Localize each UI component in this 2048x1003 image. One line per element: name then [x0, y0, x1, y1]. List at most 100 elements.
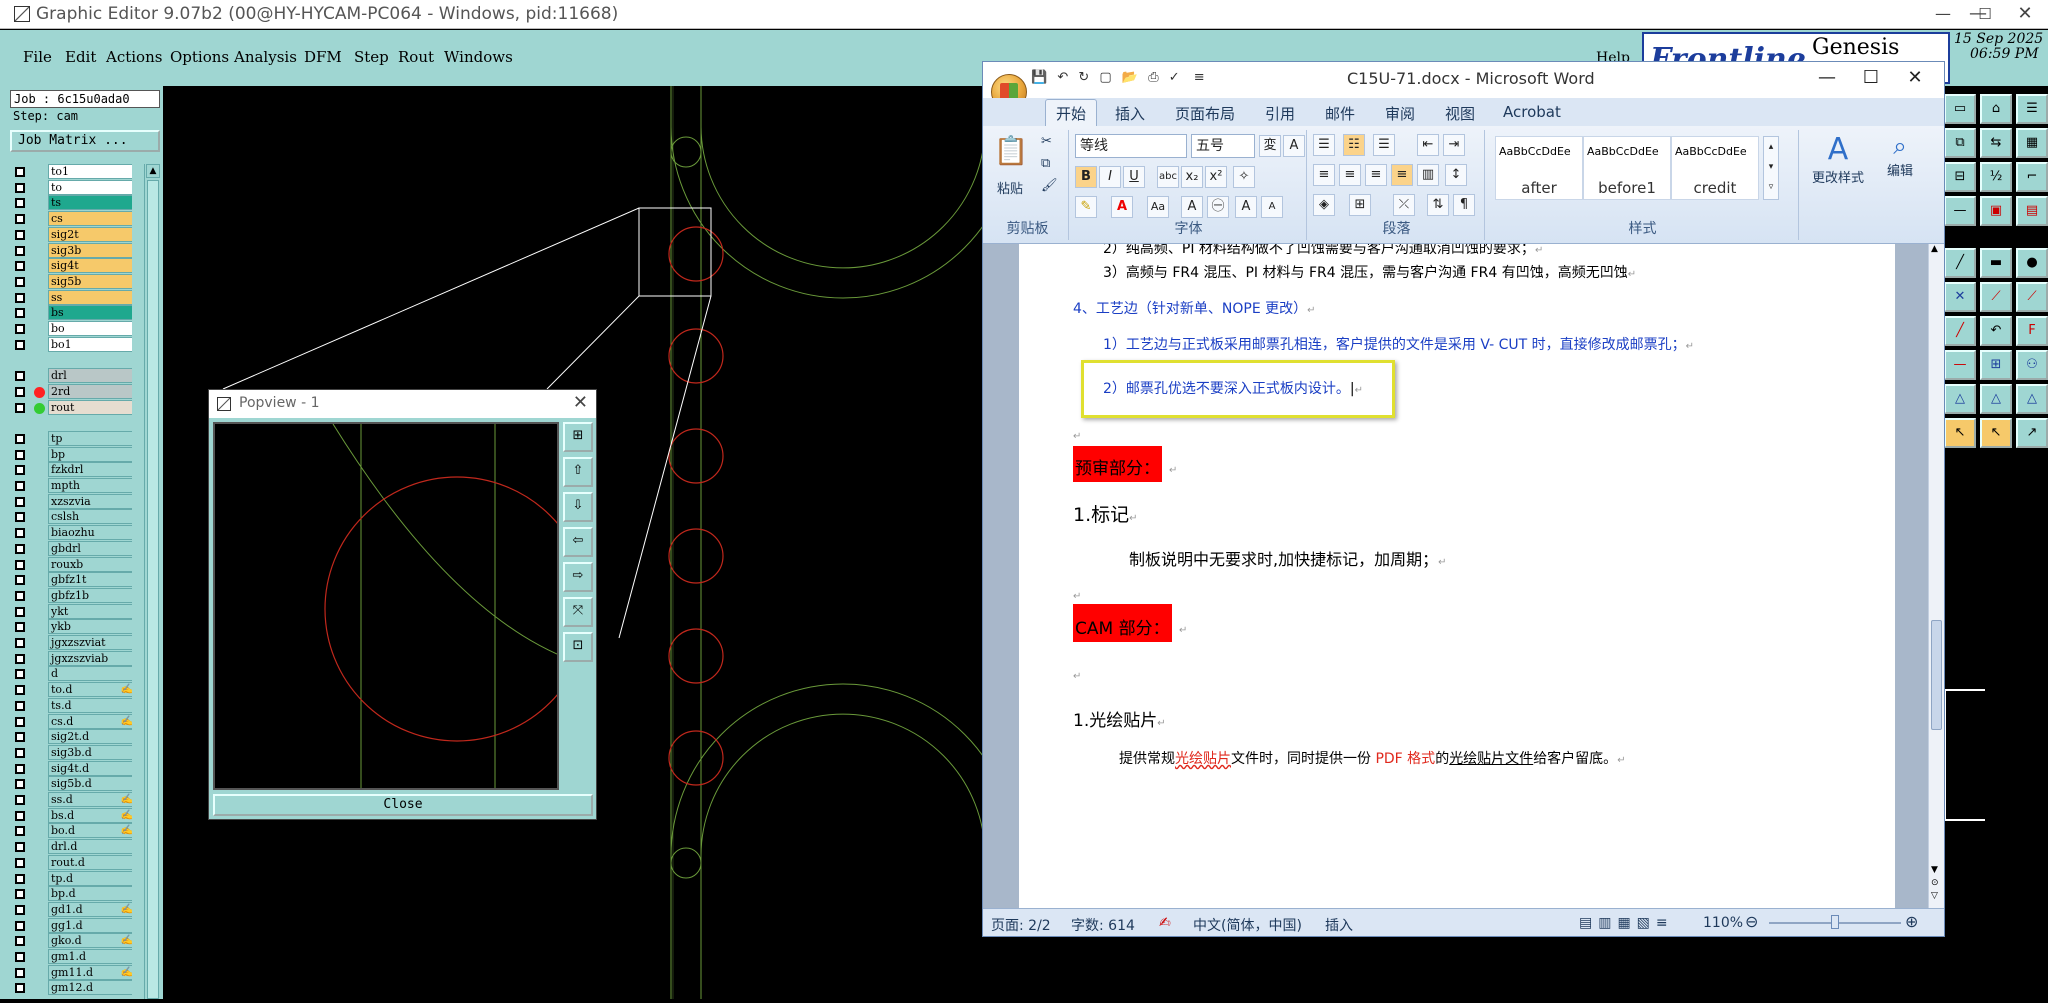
chinese-layout-icon[interactable]: ⤫ [1393, 194, 1415, 216]
tool-pad-icon[interactable]: ● [2016, 248, 2048, 278]
layer-checkbox[interactable] [15, 983, 25, 994]
layer-name[interactable]: sig2t.d [48, 729, 132, 745]
layer-checkbox[interactable] [15, 763, 25, 774]
layer-row[interactable]: 2rd [10, 383, 132, 400]
layer-checkbox[interactable] [15, 716, 25, 727]
layer-checkbox[interactable] [15, 810, 25, 821]
layer-name[interactable]: gm1.d [48, 949, 132, 964]
layer-row[interactable]: d [10, 666, 132, 682]
layer-checkbox[interactable] [15, 779, 25, 790]
layer-name[interactable]: gg1.d [48, 917, 132, 933]
layer-row[interactable]: bo1 [10, 336, 132, 353]
layer-row[interactable]: sig3b.d [10, 744, 132, 761]
tab-review[interactable]: 审阅 [1385, 103, 1415, 124]
layer-checkbox[interactable] [15, 261, 25, 272]
document-page[interactable]: 2）纯高频、PI 材料结构做不了凹蚀需要与客户沟通取消凹蚀的要求；↵ 3）高频与… [1019, 244, 1895, 908]
layer-checkbox[interactable] [15, 292, 25, 303]
word-maximize-icon[interactable]: ☐ [1849, 66, 1893, 90]
layer-checkbox[interactable] [15, 308, 25, 319]
layer-checkbox[interactable] [15, 873, 25, 884]
layer-checkbox[interactable] [15, 433, 25, 444]
layer-row[interactable]: gm1.d [10, 949, 132, 965]
phonetic-icon[interactable]: 変 [1259, 135, 1281, 157]
numbering-icon[interactable]: ☷ [1343, 134, 1365, 156]
underline-button[interactable]: U [1123, 166, 1145, 188]
grow-font-icon[interactable]: A [1235, 196, 1257, 218]
layer-name[interactable]: jgxzszviab [48, 650, 132, 666]
show-marks-icon[interactable]: ¶ [1453, 194, 1475, 216]
layer-checkbox[interactable] [15, 622, 25, 633]
layer-name[interactable]: cs [48, 211, 132, 227]
layer-name[interactable]: bo.d ✍ [48, 823, 132, 839]
open-icon[interactable]: 📂 [1122, 70, 1138, 85]
tool-tri-icon[interactable]: △ [1944, 384, 1976, 414]
layer-name[interactable]: sig3b [48, 242, 132, 258]
layer-name[interactable]: rout.d [48, 854, 132, 870]
layer-checkbox[interactable] [15, 339, 25, 350]
char-border-icon[interactable]: A [1283, 135, 1305, 157]
layer-row[interactable]: cslsh [10, 509, 132, 525]
layer-name[interactable]: sig5b.d [48, 776, 132, 792]
ge-restore-icon[interactable]: ☐ [1970, 3, 2000, 25]
tab-home[interactable]: 开始 [1045, 99, 1098, 126]
layer-row[interactable]: gbdrl [10, 540, 132, 557]
tool-connect-icon[interactable]: ⟋ [1980, 282, 2012, 312]
tool-pads-icon[interactable]: ▣ [1980, 196, 2012, 226]
zoom-in-icon[interactable]: ⊞ [563, 422, 593, 452]
layer-name[interactable]: fzkdrl [48, 462, 132, 478]
menu-actions[interactable]: Actions [106, 48, 162, 66]
layer-checkbox[interactable] [15, 402, 25, 413]
zoom-level[interactable]: 110% [1703, 915, 1743, 931]
sort-icon[interactable]: ⇅ [1427, 194, 1449, 216]
subscript-button[interactable]: x₂ [1181, 166, 1203, 188]
layer-row[interactable]: sig5b.d [10, 776, 132, 792]
undo-icon[interactable]: ↶ [1057, 70, 1068, 85]
layer-checkbox[interactable] [15, 638, 25, 648]
layer-checkbox[interactable] [15, 685, 25, 696]
tab-view[interactable]: 视图 [1445, 103, 1475, 124]
layer-name[interactable]: gbfz1t [48, 572, 132, 588]
copy-icon[interactable]: ⧉ [1041, 156, 1050, 171]
tab-insert[interactable]: 插入 [1115, 103, 1145, 124]
layer-name[interactable]: bp.d [48, 886, 132, 902]
layer-row[interactable]: bp [10, 446, 132, 463]
spell-icon[interactable]: ✓ [1169, 70, 1180, 85]
layer-name[interactable]: sig4t [48, 258, 132, 274]
layer-name[interactable]: cs.d ✍ [48, 713, 132, 729]
superscript-button[interactable]: x² [1205, 166, 1227, 188]
job-matrix-button[interactable]: Job Matrix ... [10, 130, 160, 152]
layer-row[interactable]: cs [10, 211, 132, 227]
layer-name[interactable]: bp [48, 446, 132, 462]
layer-checkbox[interactable] [15, 465, 25, 476]
zoom-home-icon[interactable]: ⊡ [563, 632, 593, 662]
clear-format-icon[interactable]: ✧ [1233, 166, 1255, 188]
font-name-select[interactable]: 等线 [1075, 134, 1187, 158]
tab-page-layout[interactable]: 页面布局 [1175, 103, 1235, 124]
layer-row[interactable]: cs.d ✍ [10, 713, 132, 730]
tool-step-icon[interactable]: ⌐ [2016, 162, 2048, 192]
tool-window-icon[interactable]: ▭ [1944, 94, 1976, 124]
layer-name[interactable]: ts [48, 195, 132, 211]
layer-row[interactable]: sig5b [10, 273, 132, 290]
layer-name[interactable]: cslsh [48, 509, 132, 525]
page-count[interactable]: 页面: 2/2 [991, 915, 1051, 935]
layer-checkbox[interactable] [15, 512, 25, 523]
layer-row[interactable]: sig4t [10, 258, 132, 274]
tool-grid-icon[interactable]: ▦ [2016, 128, 2048, 158]
view-buttons-icon[interactable]: ▤▥▦▧≡ [1579, 915, 1674, 931]
tab-mailings[interactable]: 邮件 [1325, 103, 1355, 124]
tool-text-icon[interactable]: F [2016, 316, 2048, 346]
layer-row[interactable]: rout [10, 399, 132, 416]
strikethrough-button[interactable]: abc [1157, 166, 1179, 188]
layer-checkbox[interactable] [15, 481, 25, 491]
tool-draw-icon[interactable]: ╱ [1944, 248, 1976, 278]
layer-row[interactable]: drl [10, 368, 132, 384]
highlight-icon[interactable]: ✎ [1075, 196, 1097, 218]
multilevel-icon[interactable]: ☰ [1373, 134, 1395, 156]
layer-name[interactable]: to1 [48, 164, 132, 179]
popview-canvas[interactable] [213, 422, 590, 790]
menu-rout[interactable]: Rout [398, 48, 434, 66]
shading-icon[interactable]: ◈ [1313, 194, 1335, 216]
proofing-icon[interactable]: ✍ [1159, 915, 1171, 931]
language[interactable]: 中文(简体，中国) [1193, 915, 1302, 935]
